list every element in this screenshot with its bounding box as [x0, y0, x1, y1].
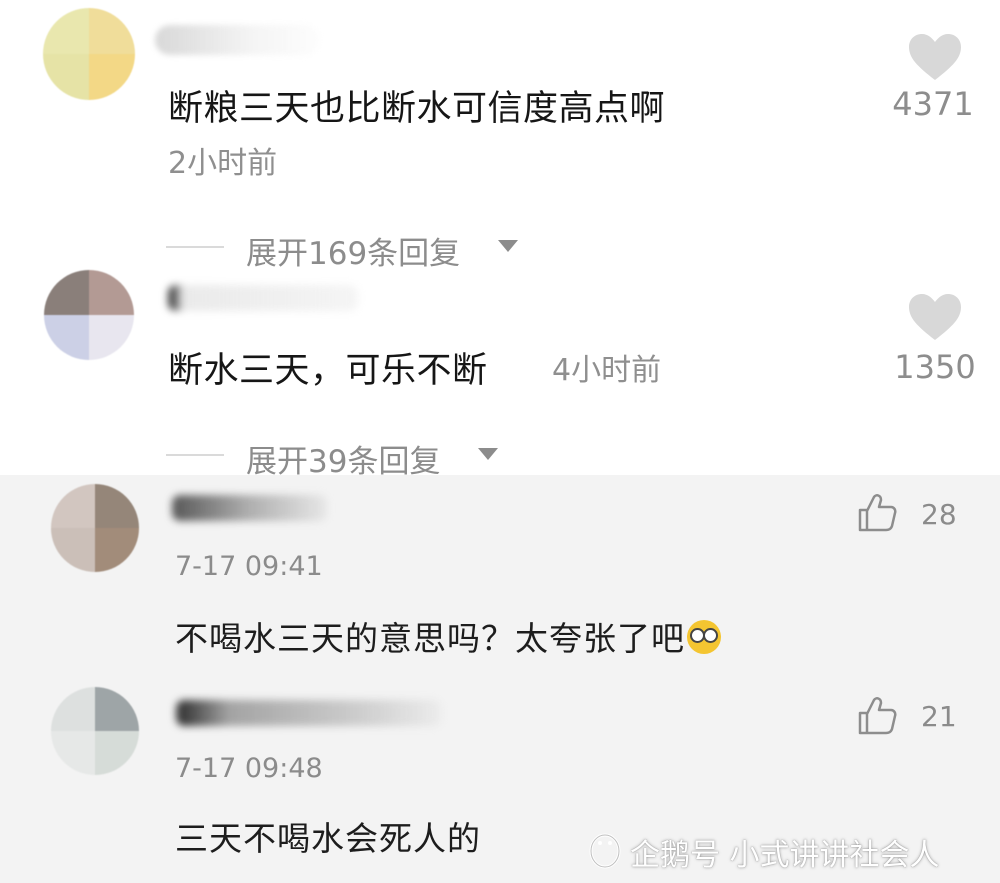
comment-text: 断粮三天也比断水可信度高点啊	[168, 89, 666, 129]
thumbs-up-icon[interactable]	[856, 695, 898, 737]
username[interactable]	[172, 495, 327, 521]
avatar[interactable]	[43, 8, 135, 100]
comment-time: 2小时前	[168, 146, 278, 181]
username[interactable]	[168, 285, 358, 311]
comment-time: 4小时前	[552, 353, 662, 388]
caret-down-icon	[478, 448, 498, 460]
reply-like-count: 21	[921, 700, 957, 733]
divider	[166, 246, 224, 248]
dizzy-face-emoji-icon	[687, 620, 721, 654]
expand-replies-button[interactable]: 展开169条回复	[246, 228, 460, 273]
divider	[166, 454, 224, 456]
thumbs-up-icon[interactable]	[856, 492, 898, 534]
reply-time: 7-17 09:41	[175, 551, 323, 582]
caret-down-icon	[498, 240, 518, 252]
heart-icon[interactable]	[907, 32, 963, 82]
like-count: 1350	[894, 348, 976, 386]
avatar[interactable]	[44, 270, 134, 360]
reply-text-content: 不喝水三天的意思吗？太夸张了吧	[175, 619, 685, 658]
reply-like-count: 28	[921, 498, 957, 531]
heart-icon[interactable]	[907, 292, 963, 342]
watermark: 企鹅号 小式讲讲社会人	[630, 838, 940, 873]
like-count: 4371	[892, 85, 974, 123]
comment-text: 断水三天，可乐不断	[168, 351, 488, 391]
reply-text: 三天不喝水会死人的	[175, 819, 481, 858]
reply-time: 7-17 09:48	[175, 753, 323, 784]
avatar[interactable]	[51, 484, 139, 572]
username[interactable]	[176, 700, 441, 726]
avatar[interactable]	[51, 687, 139, 775]
reply-section	[0, 475, 1000, 883]
penguin-icon	[589, 833, 621, 869]
username[interactable]	[155, 25, 320, 55]
reply-text: 不喝水三天的意思吗？太夸张了吧	[175, 612, 721, 660]
